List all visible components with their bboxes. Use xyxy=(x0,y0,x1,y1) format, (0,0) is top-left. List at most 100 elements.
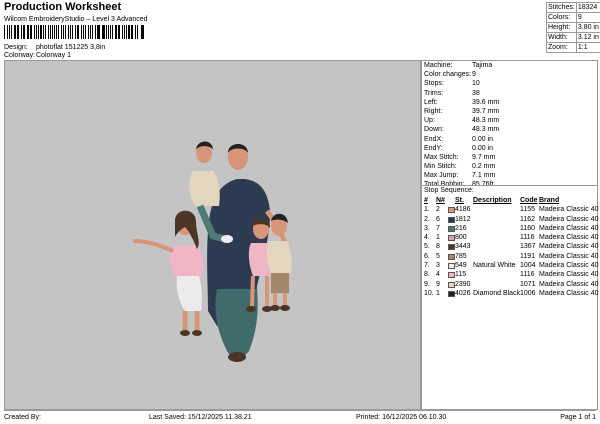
barcode-bar xyxy=(124,25,125,39)
last-saved: Last Saved: 15/12/2025 11.38.21 xyxy=(149,414,252,421)
stitch-count: 785 xyxy=(455,252,467,260)
barcode-bar xyxy=(51,25,53,39)
colorway-label: Colorway: xyxy=(4,52,36,59)
needle-number: 9 xyxy=(436,280,440,288)
thread-color-swatch xyxy=(448,290,455,297)
barcode-bar xyxy=(54,25,55,39)
stitch-count: 115 xyxy=(455,271,467,279)
stat-row: Colors: 9 xyxy=(546,12,600,23)
barcode-bar xyxy=(20,25,22,39)
property-row: EndY: 0.00 in xyxy=(424,145,499,154)
property-row: Left: 39.6 mm xyxy=(424,99,499,108)
stop-sequence-row: 5. 8 3443 1367 Madeira Classic 40 xyxy=(424,243,599,252)
embroidery-design-image xyxy=(132,141,292,362)
stop-sequence-row: 10. 1 4026 Diamond Black 1006 Madeira Classic… xyxy=(424,289,599,299)
stop-sequence-row: 1. 2 4186 1155 Madeira Classic 40 xyxy=(424,206,599,215)
thread-brand: Madeira Classic 40 xyxy=(539,289,599,297)
barcode-bar xyxy=(130,25,132,39)
barcode-bar xyxy=(85,25,86,39)
stat-label: Colors: xyxy=(546,12,577,23)
barcode-bar xyxy=(10,25,12,39)
barcode-bar xyxy=(17,25,19,39)
thread-code: 1116 xyxy=(520,271,535,279)
barcode-bar xyxy=(70,25,71,39)
barcode-bar xyxy=(68,25,70,39)
stitch-count: 3443 xyxy=(455,243,471,251)
property-value: 7.1 mm xyxy=(472,172,496,180)
thread-color-swatch xyxy=(448,216,455,223)
property-value: 85.76ft xyxy=(472,181,494,189)
barcode-bar xyxy=(96,25,98,39)
stat-row: Width: 3.12 in xyxy=(546,32,600,43)
stop-number: 8. xyxy=(424,271,430,279)
thread-code: 1071 xyxy=(520,280,536,288)
stop-sequence-row: 7. 3 549 Natural White 1004 Madeira Classic 4… xyxy=(424,262,599,271)
needle-number: 3 xyxy=(436,262,440,270)
stop-sequence-header: # N# St. Description Code Brand xyxy=(424,197,596,206)
stat-label: Width: xyxy=(546,32,577,43)
barcode-end-mark xyxy=(141,25,144,39)
thread-color-swatch xyxy=(448,225,455,232)
barcode-bar xyxy=(22,25,24,39)
col-header-needle: N# xyxy=(436,197,445,204)
stop-sequence-row: 4. 1 800 1116 Madeira Classic 40 xyxy=(424,234,599,243)
property-value: 0.00 in xyxy=(472,144,494,152)
property-row: Stops: 10 xyxy=(424,80,499,89)
needle-number: 4 xyxy=(436,271,440,279)
footer-divider xyxy=(4,410,596,411)
stop-number: 6. xyxy=(424,252,430,260)
barcode-bar xyxy=(55,25,58,39)
col-header-description: Description xyxy=(473,197,512,204)
stop-sequence-row: 2. 6 1812 1162 Madeira Classic 40 xyxy=(424,215,599,225)
property-row: Trims: 38 xyxy=(424,90,499,99)
barcode-bar xyxy=(128,25,130,39)
thread-code: 1116 xyxy=(520,234,535,242)
needle-number: 6 xyxy=(436,215,440,223)
needle-number: 8 xyxy=(436,243,440,251)
thread-brand: Madeira Classic 40 xyxy=(539,271,599,279)
barcode-bar xyxy=(103,25,105,39)
property-value: 39.7 mm xyxy=(472,107,500,115)
stat-label: Stitches: xyxy=(546,2,577,13)
design-value: photoflat 151225 3,8in xyxy=(36,44,106,51)
stitch-count: 216 xyxy=(455,224,467,232)
barcode-bar xyxy=(134,25,137,39)
barcode-bar xyxy=(71,25,73,39)
barcode-bar xyxy=(27,25,29,39)
thread-code: 1004 xyxy=(520,262,536,270)
thread-color-swatch xyxy=(448,253,455,260)
thread-color-swatch xyxy=(448,235,455,242)
design-barcode xyxy=(4,25,139,39)
stat-value: 3.80 in xyxy=(575,22,600,33)
barcode-bar xyxy=(37,25,39,39)
col-header-brand: Brand xyxy=(539,197,560,204)
property-row: Max Jump: 7.1 mm xyxy=(424,172,499,181)
design-preview-canvas[interactable] xyxy=(4,60,421,410)
design-row: Design: photoflat 151225 3,8in xyxy=(4,44,105,51)
property-value: 9.7 mm xyxy=(472,153,496,161)
barcode-bar xyxy=(33,25,35,39)
property-row: Up: 48.3 mm xyxy=(424,117,499,126)
stop-sequence-row: 9. 9 2390 1071 Madeira Classic 40 xyxy=(424,280,599,290)
property-label: Down: xyxy=(424,126,444,134)
barcode-bar xyxy=(44,25,46,39)
barcode-bar xyxy=(92,25,94,39)
property-value: 0.00 in xyxy=(472,135,494,143)
property-value: 9 xyxy=(472,71,476,79)
barcode-bar xyxy=(81,25,83,39)
barcode-bar xyxy=(105,25,107,39)
needle-number: 7 xyxy=(436,224,440,232)
stat-value: 1:1 xyxy=(575,42,600,53)
stitch-count: 4026 xyxy=(455,289,471,297)
thread-brand: Madeira Classic 40 xyxy=(539,206,599,214)
printed-date: Printed: 16/12/2025 06.10.30 xyxy=(356,414,447,421)
thread-brand: Madeira Classic 40 xyxy=(539,243,599,251)
stop-number: 7. xyxy=(424,262,430,270)
stitch-count: 4186 xyxy=(455,206,471,214)
stitch-count: 2390 xyxy=(455,280,471,288)
barcode-bar xyxy=(74,25,76,39)
barcode-bar xyxy=(31,25,32,39)
property-label: Min Stitch: xyxy=(424,163,457,171)
col-header-stitches: St. xyxy=(455,197,464,204)
barcode-bar xyxy=(49,25,51,39)
